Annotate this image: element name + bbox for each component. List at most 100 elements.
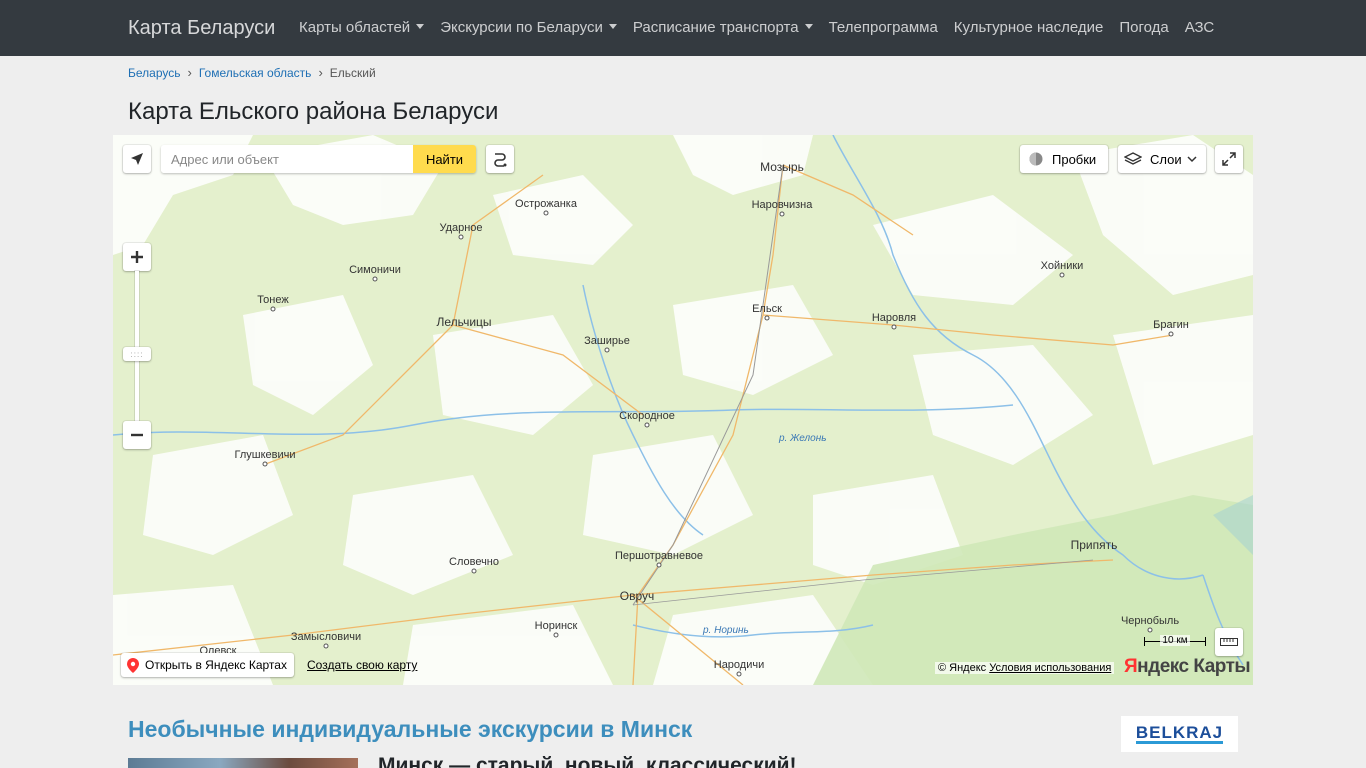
river-label-zhelon: р. Желонь xyxy=(778,433,826,444)
map-place-label: Острожанка xyxy=(515,198,578,210)
map-place-label: Овруч xyxy=(620,589,655,603)
route-button[interactable] xyxy=(486,145,514,173)
map-place-dot xyxy=(891,324,897,330)
copyright-text: © Яндекс xyxy=(938,662,987,674)
map-place-label: Народичи xyxy=(714,659,765,671)
plus-icon xyxy=(131,251,143,263)
traffic-light-icon xyxy=(1029,152,1043,166)
ruler-icon xyxy=(1220,638,1238,646)
belkraj-logo-text: BELKRAJ xyxy=(1135,723,1224,744)
dropdown-caret-icon xyxy=(804,24,813,29)
dropdown-caret-icon xyxy=(416,24,425,29)
create-map-link[interactable]: Создать свою карту xyxy=(307,658,417,672)
promo-title[interactable]: Необычные индивидуальные экскурсии в Мин… xyxy=(128,716,692,743)
chevron-right-icon: › xyxy=(318,65,323,80)
map-place-label: Брагин xyxy=(1153,319,1189,331)
map-place-label: Заширье xyxy=(584,335,630,347)
layers-button[interactable]: Слои xyxy=(1118,145,1206,173)
map-place-dot xyxy=(471,568,477,574)
belkraj-logo[interactable]: BELKRAJ xyxy=(1121,716,1238,752)
map-place-dot xyxy=(543,210,549,216)
breadcrumb-gomel-region[interactable]: Гомельская область xyxy=(199,66,312,80)
map-place-label: Наровчизна xyxy=(752,199,814,211)
map-place-dot xyxy=(372,276,378,282)
zoom-slider-track[interactable] xyxy=(135,271,139,421)
map-place-dot xyxy=(262,461,268,467)
map-place-dot xyxy=(1059,272,1065,278)
geolocation-button[interactable] xyxy=(123,145,151,173)
map-place-label: Хойники xyxy=(1041,260,1084,272)
map-place-label: Мозырь xyxy=(760,160,804,174)
zoom-in-button[interactable] xyxy=(123,243,151,271)
map-place-dot xyxy=(736,671,742,677)
ruler-button[interactable] xyxy=(1215,628,1243,656)
fullscreen-button[interactable] xyxy=(1215,145,1243,173)
yandex-maps-logo[interactable]: Яндекс Карты xyxy=(1124,656,1251,678)
promo-image[interactable] xyxy=(128,758,358,768)
chevron-right-icon: › xyxy=(187,65,192,80)
logo-letter: Я xyxy=(1124,656,1138,677)
nav-item-weather[interactable]: Погода xyxy=(1111,0,1176,56)
promo-subtitle: Минск — старый, новый, классический! xyxy=(378,754,797,768)
map-place-label: Припять xyxy=(1071,538,1118,552)
map-place-label: Симоничи xyxy=(349,264,401,276)
map-copyright: © Яндекс Условия использования xyxy=(935,662,1115,674)
traffic-button[interactable]: Пробки xyxy=(1020,145,1108,173)
map-place-dot xyxy=(604,347,610,353)
nav-item-transport-schedule[interactable]: Расписание транспорта xyxy=(625,0,821,56)
map-search-button[interactable]: Найти xyxy=(413,145,476,173)
dropdown-caret-icon xyxy=(608,24,617,29)
map-place-dot xyxy=(323,643,329,649)
map-pin-icon xyxy=(127,657,139,673)
breadcrumb-belarus[interactable]: Беларусь xyxy=(128,66,180,80)
nav-item-heritage[interactable]: Культурное наследие xyxy=(946,0,1112,56)
site-brand[interactable]: Карта Беларуси xyxy=(128,16,275,40)
map-place-label: Чернобыль xyxy=(1121,615,1179,627)
zoom-out-button[interactable] xyxy=(123,421,151,449)
map-place-label: Тонеж xyxy=(257,294,289,306)
map-place-label: Ельск xyxy=(752,303,782,315)
layers-label: Слои xyxy=(1150,151,1182,167)
river-label-norin: р. Норинь xyxy=(702,625,749,636)
map-place-label: Ударное xyxy=(439,222,482,234)
map-place-label: Першотравневое xyxy=(615,550,703,562)
open-in-yandex-label: Открыть в Яндекс Картах xyxy=(145,658,287,672)
map-place-dot xyxy=(1147,627,1153,633)
map-search-input[interactable] xyxy=(161,145,413,173)
nav-item-gas-stations[interactable]: АЗС xyxy=(1177,0,1223,56)
map-place-dot xyxy=(1168,331,1174,337)
map-place-label: Скородное xyxy=(619,410,675,422)
yandex-map[interactable]: Мозырь Наровчизна Острожанка Ударное Симонич… xyxy=(113,135,1253,685)
breadcrumb: Беларусь › Гомельская область › Ельский xyxy=(128,66,376,80)
map-place-label: Замысловичи xyxy=(291,631,361,643)
map-place-label: Словечно xyxy=(449,556,499,568)
map-place-label: Глушкевичи xyxy=(235,449,296,461)
map-place-label: Лельчицы xyxy=(436,315,491,329)
location-arrow-icon xyxy=(131,153,143,165)
map-place-dot xyxy=(553,632,559,638)
traffic-label: Пробки xyxy=(1052,151,1097,167)
map-place-label: Норинск xyxy=(535,620,578,632)
page-title: Карта Ельского района Беларуси xyxy=(128,98,499,125)
map-canvas[interactable]: Мозырь Наровчизна Острожанка Ударное Симонич… xyxy=(113,135,1253,685)
breadcrumb-current: Ельский xyxy=(329,66,376,80)
logo-text: ндекс Карты xyxy=(1137,656,1251,677)
expand-icon xyxy=(1222,152,1236,166)
map-place-dot xyxy=(764,315,770,321)
terms-link[interactable]: Условия использования xyxy=(989,662,1111,674)
nav-item-region-maps[interactable]: Карты областей xyxy=(291,0,432,56)
nav-item-excursions[interactable]: Экскурсии по Беларуси xyxy=(432,0,625,56)
scale-label: 10 км xyxy=(1160,635,1190,646)
route-icon xyxy=(494,153,507,167)
map-search: Найти xyxy=(161,145,476,173)
map-place-dot xyxy=(656,562,662,568)
zoom-slider-handle[interactable]: :::: xyxy=(123,347,151,361)
chevron-down-icon xyxy=(1187,156,1197,163)
open-in-yandex-maps-button[interactable]: Открыть в Яндекс Картах xyxy=(121,653,294,677)
nav-item-tv[interactable]: Телепрограмма xyxy=(821,0,946,56)
main-nav: Карты областей Экскурсии по Беларуси Рас… xyxy=(291,0,1222,56)
layers-icon xyxy=(1124,152,1142,165)
minus-icon xyxy=(131,433,143,437)
map-scale: 10 км xyxy=(1144,635,1206,646)
map-place-dot xyxy=(458,234,464,240)
